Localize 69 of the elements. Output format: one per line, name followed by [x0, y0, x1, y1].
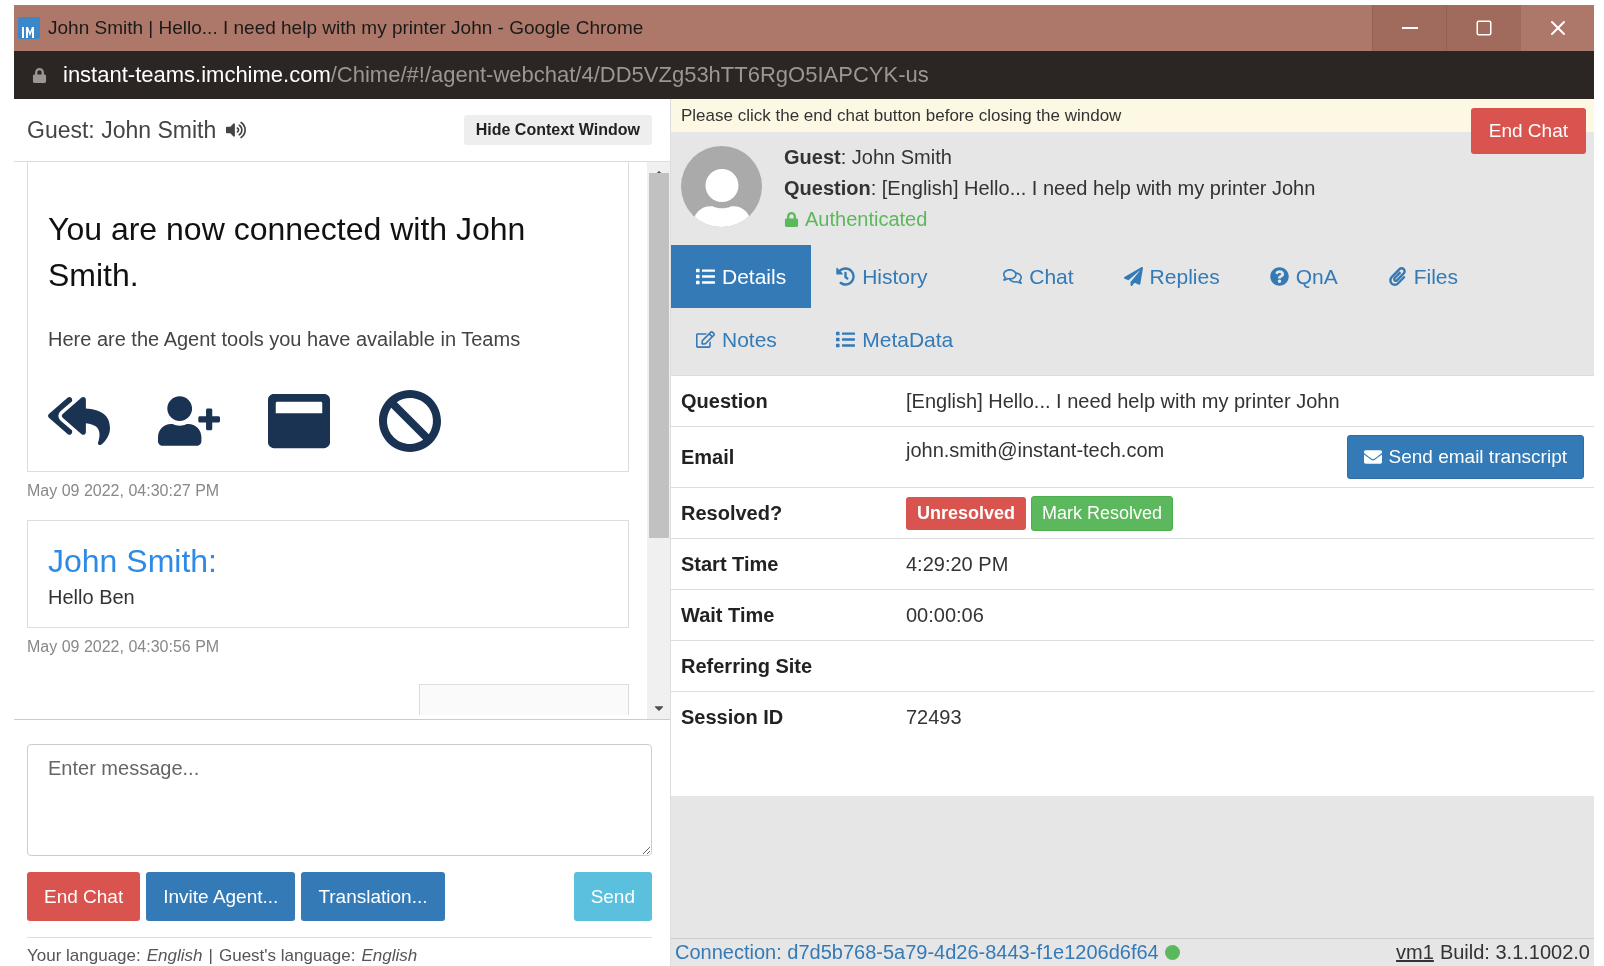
detail-label: Start Time [681, 552, 780, 576]
detail-label: Session ID [681, 705, 785, 729]
send-button[interactable]: Send [573, 872, 652, 921]
paperclip-icon [1387, 267, 1407, 286]
separator-text: | [208, 946, 213, 966]
scrollbar[interactable] [647, 162, 670, 719]
message-timestamp: May 09 2022, 04:30:56 PM [27, 638, 221, 657]
message-heading: You are now connected with John Smith. [48, 210, 527, 296]
send-email-transcript-button[interactable]: Send email transcript [1346, 435, 1584, 479]
list-icon [836, 330, 856, 349]
detail-value: john.smith@instant-tech.com [906, 439, 1165, 462]
language-label: Your language: [27, 946, 141, 966]
chat-bubbles-icon [1003, 267, 1023, 286]
notice-text: Please click the end chat button before closing the window [681, 105, 1122, 126]
end-chat-button[interactable]: End Chat [1470, 108, 1586, 154]
minimize-icon [1401, 27, 1418, 29]
envelope-icon [1363, 448, 1382, 466]
lock-icon [32, 67, 47, 83]
list-icon [696, 267, 715, 286]
guest-question: Question: [English] Hello... I need help with my printer John [784, 177, 1316, 200]
chat-header-title: Guest: John Smith [27, 116, 217, 144]
detail-label: Resolved? [681, 501, 784, 525]
message-text: Hello Ben [48, 586, 136, 610]
language-label: Guest's language: [218, 946, 356, 966]
lock-icon [784, 212, 799, 227]
status-badge: Unresolved [906, 496, 1027, 530]
message-timestamp: May 09 2022, 04:30:27 PM [27, 482, 221, 501]
detail-label: Question [681, 389, 769, 413]
connection-text: Connection: d7d5b768-5a79-4d26-8443-f1e1206d6f64 [675, 941, 1159, 964]
language-value: English [146, 946, 203, 966]
detail-value: [English] Hello... I need help with my printer John [906, 389, 1341, 413]
message-text: Here are the Agent tools you have available in Teams [48, 328, 522, 352]
invite-agent-button[interactable]: Invite Agent... [146, 872, 296, 921]
message-sender: John Smith: [48, 543, 218, 581]
app-logo-icon [18, 17, 40, 39]
translation-button[interactable]: Translation... [301, 872, 445, 921]
tab[interactable]: Chat [978, 245, 1099, 308]
tab[interactable]: QnA [1244, 245, 1363, 308]
vm-label: vm1 [1396, 941, 1434, 964]
hide-context-window-button[interactable]: Hide Context Window [463, 115, 652, 146]
detail-value: 00:00:06 [906, 603, 985, 627]
detail-label: Email [681, 445, 736, 469]
speaker-icon[interactable] [226, 120, 247, 141]
ban-icon [378, 389, 442, 454]
tab[interactable]: Files [1362, 245, 1484, 308]
tab[interactable]: Details [671, 245, 812, 308]
paper-plane-icon [1123, 267, 1143, 286]
guest-name: Guest: John Smith [784, 146, 953, 169]
language-value: English [361, 946, 418, 966]
maximize-button[interactable] [1446, 5, 1520, 51]
scrollbar-thumb[interactable] [648, 173, 669, 539]
edit-icon [696, 330, 715, 349]
history-icon [836, 267, 856, 286]
tab[interactable]: Replies [1098, 245, 1245, 308]
detail-value: 4:29:20 PM [906, 552, 1010, 576]
detail-label: Referring Site [681, 654, 814, 678]
message-input-field[interactable]: Enter message... [27, 744, 652, 856]
tab[interactable]: Notes [671, 308, 812, 371]
tab[interactable]: MetaData [811, 308, 979, 371]
tab[interactable]: History [811, 245, 979, 308]
maximize-icon [1474, 19, 1493, 37]
question-icon [1269, 267, 1289, 286]
authenticated-status: Authenticated [805, 208, 928, 231]
window-title: John Smith | Hello... I need help with my printer John - Google Chrome [48, 17, 645, 39]
build-text: Build: 3.1.1002.0 [1439, 941, 1590, 964]
end-chat-button[interactable]: End Chat [27, 872, 141, 921]
detail-label: Wait Time [681, 603, 776, 627]
mark-resolved-button[interactable]: Mark Resolved [1031, 495, 1174, 531]
detail-value: 72493 [906, 705, 963, 729]
